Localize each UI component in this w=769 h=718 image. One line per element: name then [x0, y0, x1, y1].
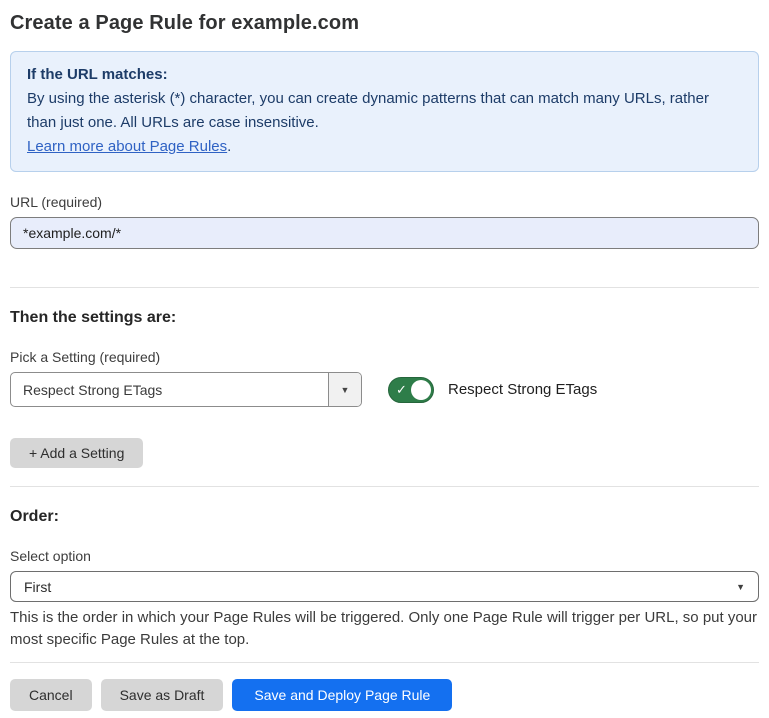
- settings-section-heading: Then the settings are:: [10, 308, 759, 328]
- order-section-heading: Order:: [10, 507, 759, 527]
- order-help-text: This is the order in which your Page Rul…: [10, 607, 758, 651]
- learn-more-link[interactable]: Learn more about Page Rules: [27, 138, 227, 155]
- pick-setting-label: Pick a Setting (required): [10, 348, 759, 366]
- save-as-draft-button[interactable]: Save as Draft: [101, 679, 224, 711]
- order-select[interactable]: First ▼: [10, 571, 759, 602]
- info-box-body: By using the asterisk (*) character, you…: [27, 87, 742, 135]
- url-match-info-box: If the URL matches: By using the asteris…: [10, 51, 759, 172]
- section-divider: [10, 287, 759, 288]
- add-setting-button[interactable]: + Add a Setting: [10, 438, 143, 468]
- setting-toggle[interactable]: ✓: [388, 377, 434, 403]
- section-divider: [10, 486, 759, 487]
- setting-toggle-label: Respect Strong ETags: [448, 381, 597, 398]
- setting-dropdown[interactable]: Respect Strong ETags ▼: [10, 372, 362, 407]
- page-title: Create a Page Rule for example.com: [10, 12, 759, 35]
- chevron-down-icon: ▼: [736, 582, 745, 592]
- footer-divider: [10, 662, 759, 663]
- toggle-knob: [411, 380, 431, 400]
- order-select-value: First: [24, 579, 51, 595]
- url-input[interactable]: [10, 217, 759, 249]
- info-box-heading: If the URL matches:: [27, 63, 742, 87]
- url-field-label: URL (required): [10, 193, 759, 211]
- chevron-down-icon[interactable]: ▼: [328, 373, 361, 406]
- check-icon: ✓: [396, 383, 407, 396]
- cancel-button[interactable]: Cancel: [10, 679, 92, 711]
- save-and-deploy-button[interactable]: Save and Deploy Page Rule: [232, 679, 452, 711]
- info-box-link-line: Learn more about Page Rules.: [27, 135, 742, 159]
- setting-row: Respect Strong ETags ▼ ✓ Respect Strong …: [10, 372, 759, 407]
- link-period: .: [227, 138, 231, 155]
- order-select-label: Select option: [10, 547, 759, 565]
- footer-actions: Cancel Save as Draft Save and Deploy Pag…: [10, 679, 759, 711]
- setting-dropdown-value: Respect Strong ETags: [11, 373, 328, 406]
